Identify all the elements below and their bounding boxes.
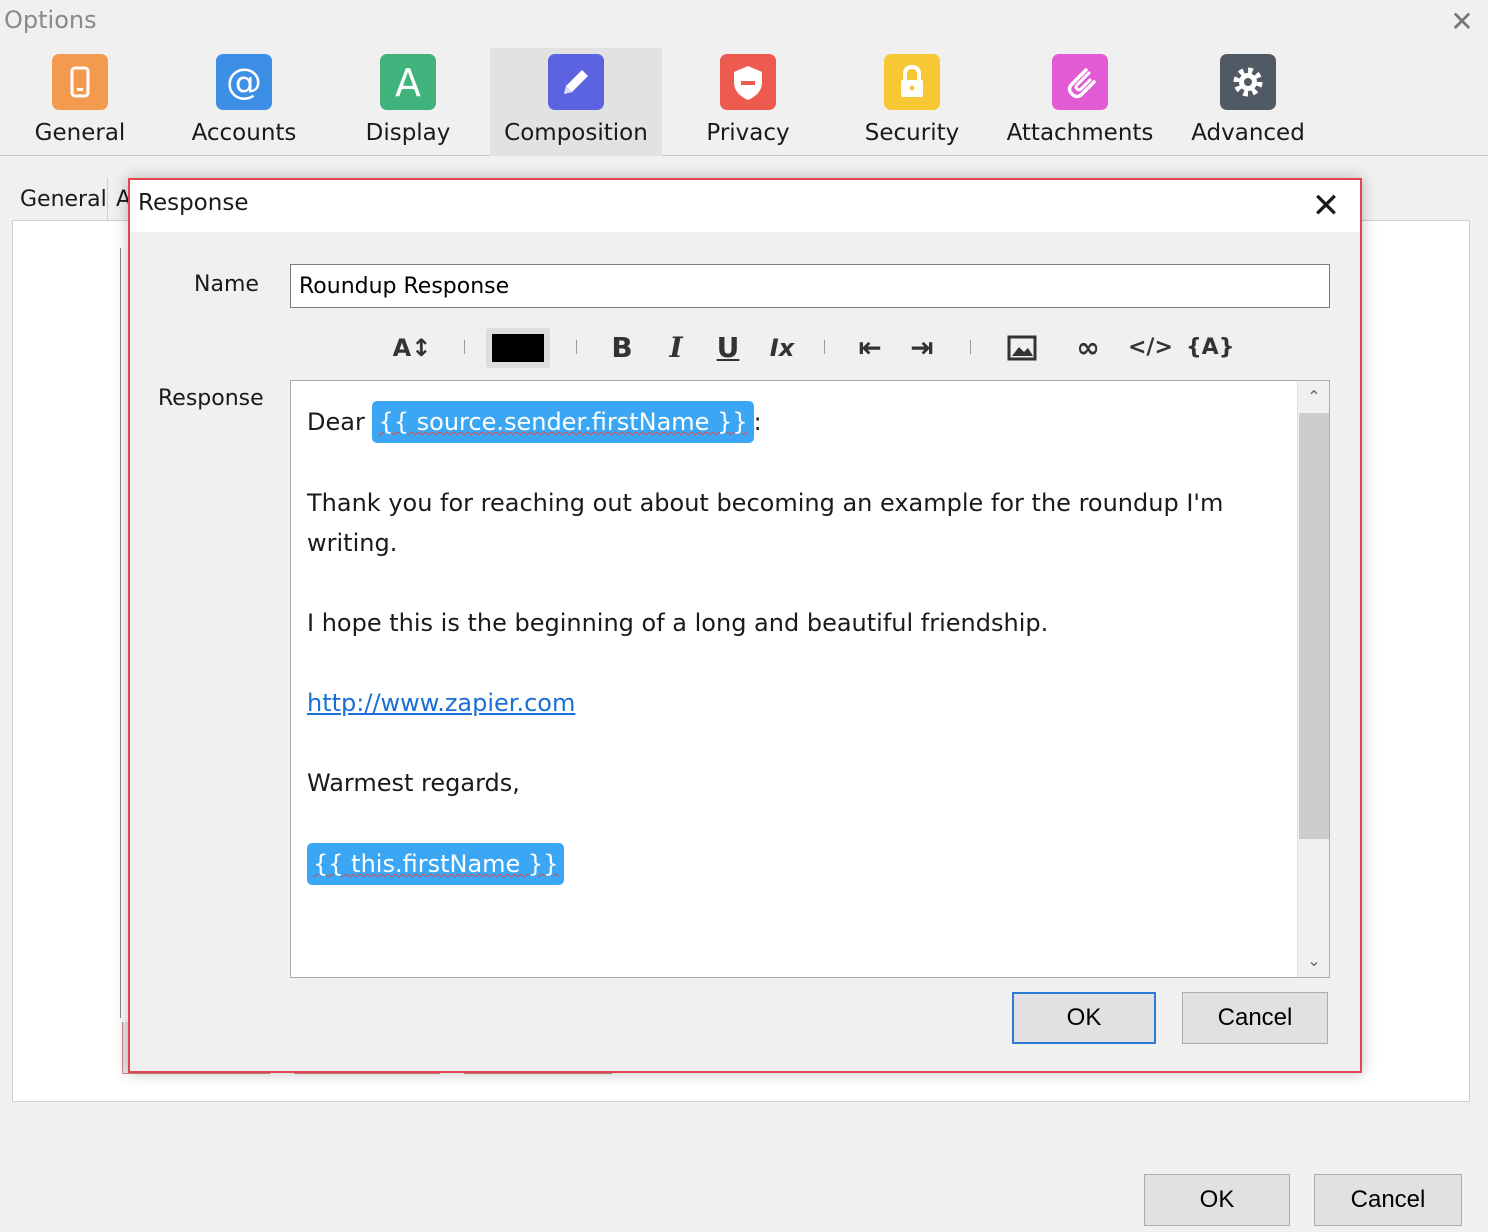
lock-icon bbox=[884, 54, 940, 110]
greeting-suffix: : bbox=[753, 408, 762, 436]
shield-icon bbox=[720, 54, 776, 110]
link-icon[interactable]: ∞ bbox=[1066, 328, 1110, 368]
sender-firstname-token[interactable]: {{ source.sender.firstName }} bbox=[372, 401, 754, 443]
pencil-icon bbox=[548, 54, 604, 110]
name-label: Name bbox=[194, 272, 259, 297]
svg-text:A: A bbox=[395, 61, 421, 105]
editor-scrollbar[interactable]: ⌃ ⌄ bbox=[1297, 381, 1329, 977]
toolbar-label: Accounts bbox=[191, 120, 297, 146]
toolbar-item-accounts[interactable]: @ Accounts bbox=[182, 48, 306, 156]
panel-list-edge bbox=[120, 248, 128, 1018]
clear-format-icon[interactable]: Ix bbox=[760, 328, 804, 368]
token-text: {{ source.sender.firstName }} bbox=[378, 408, 748, 436]
subtab-general[interactable]: General bbox=[12, 178, 108, 222]
zapier-link[interactable]: http://www.zapier.com bbox=[307, 689, 575, 717]
format-toolbar: A↕ B I U Ix ⇤ ⇥ ∞ </> {A} bbox=[380, 328, 1280, 368]
bold-icon[interactable]: B bbox=[600, 328, 644, 368]
body-paragraph: I hope this is the beginning of a long a… bbox=[307, 609, 1049, 637]
options-toolbar: General @ Accounts A Display Composition… bbox=[0, 46, 1488, 156]
letter-a-icon: A bbox=[380, 54, 436, 110]
indent-icon[interactable]: ⇥ bbox=[900, 328, 944, 368]
toolbar-label: Advanced bbox=[1191, 120, 1305, 146]
phone-icon bbox=[52, 54, 108, 110]
dialog-ok-button[interactable]: OK bbox=[1012, 992, 1156, 1044]
paperclip-icon bbox=[1052, 54, 1108, 110]
gear-icon bbox=[1220, 54, 1276, 110]
text-color-swatch[interactable] bbox=[486, 328, 550, 368]
outdent-icon[interactable]: ⇤ bbox=[848, 328, 892, 368]
options-cancel-button[interactable]: Cancel bbox=[1314, 1174, 1462, 1226]
toolbar-item-security[interactable]: Security bbox=[850, 48, 974, 156]
window-title: Options bbox=[4, 6, 97, 34]
dialog-close-icon[interactable]: ✕ bbox=[1306, 186, 1346, 226]
options-ok-button[interactable]: OK bbox=[1144, 1174, 1290, 1226]
toolbar-item-privacy[interactable]: Privacy bbox=[686, 48, 810, 156]
font-size-icon[interactable]: A↕ bbox=[390, 328, 434, 368]
code-icon[interactable]: </> bbox=[1128, 328, 1173, 368]
closing-line: Warmest regards, bbox=[307, 769, 520, 797]
toolbar-divider bbox=[970, 340, 971, 354]
scroll-thumb[interactable] bbox=[1299, 413, 1329, 839]
response-dialog: Response ✕ Name A↕ B I U Ix ⇤ ⇥ ∞ </> {A… bbox=[128, 178, 1362, 1073]
toolbar-label: Security bbox=[864, 120, 960, 146]
scroll-down-icon[interactable]: ⌄ bbox=[1298, 945, 1329, 977]
greeting-prefix: Dear bbox=[307, 408, 365, 436]
svg-text:@: @ bbox=[226, 62, 262, 103]
toolbar-item-composition[interactable]: Composition bbox=[490, 48, 662, 156]
dialog-title: Response bbox=[138, 190, 249, 216]
this-firstname-token[interactable]: {{ this.firstName }} bbox=[307, 843, 565, 885]
toolbar-item-general[interactable]: General bbox=[18, 48, 142, 156]
toolbar-label: Privacy bbox=[706, 120, 790, 146]
toolbar-label: Composition bbox=[504, 120, 648, 146]
response-editor[interactable]: Dear {{ source.sender.firstName }}: Than… bbox=[290, 380, 1330, 978]
editor-content[interactable]: Dear {{ source.sender.firstName }}: Than… bbox=[307, 401, 1287, 925]
dialog-cancel-button[interactable]: Cancel bbox=[1182, 992, 1328, 1044]
toolbar-divider bbox=[576, 340, 577, 354]
toolbar-item-attachments[interactable]: Attachments bbox=[1006, 48, 1154, 156]
window-close-icon[interactable]: ✕ bbox=[1446, 6, 1478, 38]
body-paragraph: Thank you for reaching out about becomin… bbox=[307, 489, 1224, 557]
toolbar-label: General bbox=[34, 120, 126, 146]
token-text: {{ this.firstName }} bbox=[313, 850, 559, 878]
color-swatch-fill bbox=[492, 334, 544, 362]
image-icon[interactable] bbox=[1000, 328, 1044, 368]
dialog-titlebar: Response ✕ bbox=[130, 180, 1360, 232]
toolbar-label: Display bbox=[365, 120, 451, 146]
toolbar-label: Attachments bbox=[1006, 120, 1154, 146]
response-label: Response bbox=[158, 386, 264, 411]
italic-icon[interactable]: I bbox=[654, 328, 698, 368]
toolbar-item-advanced[interactable]: Advanced bbox=[1186, 48, 1310, 156]
toolbar-divider bbox=[464, 340, 465, 354]
variable-icon[interactable]: {A} bbox=[1186, 328, 1234, 368]
greeting-line: Dear {{ source.sender.firstName }}: bbox=[307, 401, 1287, 443]
toolbar-item-display[interactable]: A Display bbox=[346, 48, 470, 156]
toolbar-divider bbox=[824, 340, 825, 354]
at-icon: @ bbox=[216, 54, 272, 110]
underline-icon[interactable]: U bbox=[706, 328, 750, 368]
name-input[interactable] bbox=[290, 264, 1330, 308]
scroll-up-icon[interactable]: ⌃ bbox=[1298, 381, 1329, 413]
